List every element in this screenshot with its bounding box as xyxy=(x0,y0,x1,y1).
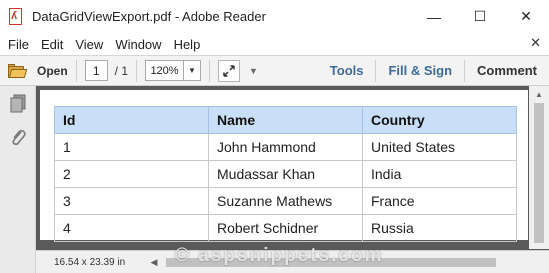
toolbar: Open 1 / 1 120% ▼ ▼ Tools Fill & Sign Co… xyxy=(0,55,549,86)
column-header-country: Country xyxy=(362,106,517,134)
minimize-button[interactable]: — xyxy=(411,0,457,33)
menu-view[interactable]: View xyxy=(69,37,109,52)
cell-name: Robert Schidner xyxy=(208,214,363,242)
cell-country: France xyxy=(362,187,517,215)
chevron-down-icon: ▼ xyxy=(188,66,196,75)
window-controls: — ☐ ✕ xyxy=(411,0,549,33)
zoom-input[interactable]: 120% xyxy=(145,60,184,81)
toolbar-panels: Tools Fill & Sign Comment xyxy=(318,56,549,85)
cell-name: Suzanne Mathews xyxy=(208,187,363,215)
navigation-pane xyxy=(0,86,36,273)
toolbar-separator xyxy=(75,59,77,82)
column-header-name: Name xyxy=(208,106,363,134)
toolbar-separator xyxy=(209,59,211,82)
page-size-readout: 16.54 x 23.39 in xyxy=(54,256,126,268)
menu-window[interactable]: Window xyxy=(109,37,167,52)
cell-country: Russia xyxy=(362,214,517,242)
table-row: 4 Robert Schidner Russia xyxy=(54,214,517,242)
cell-country: United States xyxy=(362,133,517,161)
cell-id: 3 xyxy=(54,187,209,215)
menu-edit[interactable]: Edit xyxy=(35,37,69,52)
menu-file[interactable]: File xyxy=(2,37,35,52)
table-row: 3 Suzanne Mathews France xyxy=(54,187,517,215)
page-number-input[interactable]: 1 xyxy=(84,60,108,81)
maximize-button[interactable]: ☐ xyxy=(457,0,503,33)
pdf-file-icon: ʎ xyxy=(8,7,24,26)
zoom-dropdown-button[interactable]: ▼ xyxy=(183,60,202,81)
expand-arrows-icon xyxy=(223,64,235,77)
data-table: Id Name Country 1 John Hammond United St… xyxy=(54,106,517,242)
comment-panel-button[interactable]: Comment xyxy=(465,63,549,78)
table-row: 2 Mudassar Khan India xyxy=(54,160,517,188)
fit-page-button[interactable] xyxy=(218,59,241,82)
close-button[interactable]: ✕ xyxy=(503,0,549,33)
cell-name: John Hammond xyxy=(208,133,363,161)
vertical-scroll-thumb[interactable] xyxy=(534,103,544,243)
close-document-button[interactable]: ✕ xyxy=(530,35,541,51)
fill-sign-panel-button[interactable]: Fill & Sign xyxy=(376,63,464,78)
pdf-page: Id Name Country 1 John Hammond United St… xyxy=(40,90,528,242)
horizontal-scrollbar[interactable] xyxy=(166,255,516,269)
tools-panel-button[interactable]: Tools xyxy=(318,63,376,78)
paperclip-icon[interactable] xyxy=(9,128,27,148)
cell-id: 2 xyxy=(54,160,209,188)
menu-bar: File Edit View Window Help ✕ xyxy=(0,33,549,55)
menu-help[interactable]: Help xyxy=(168,37,207,52)
toolbar-separator xyxy=(136,59,138,82)
column-header-id: Id xyxy=(54,106,209,134)
cell-country: India xyxy=(362,160,517,188)
title-bar: ʎ DataGridViewExport.pdf - Adobe Reader … xyxy=(0,0,549,33)
cell-name: Mudassar Khan xyxy=(208,160,363,188)
open-button[interactable]: Open xyxy=(8,59,68,83)
table-row: 1 John Hammond United States xyxy=(54,133,517,161)
more-tools-dropdown-icon[interactable]: ▼ xyxy=(249,66,258,76)
folder-icon xyxy=(8,63,28,78)
status-bar: 16.54 x 23.39 in ◀ xyxy=(36,250,549,273)
window-title: DataGridViewExport.pdf - Adobe Reader xyxy=(32,9,266,24)
scroll-up-icon[interactable]: ▲ xyxy=(529,86,549,102)
vertical-scrollbar[interactable]: ▲ xyxy=(529,86,549,249)
document-view[interactable]: Id Name Country 1 John Hammond United St… xyxy=(36,86,549,273)
page-count: / 1 xyxy=(114,63,129,78)
scroll-left-icon[interactable]: ◀ xyxy=(146,257,162,268)
cell-id: 1 xyxy=(54,133,209,161)
page-thumbnails-icon[interactable] xyxy=(9,94,27,114)
open-label: Open xyxy=(37,63,68,78)
table-header-row: Id Name Country xyxy=(54,106,517,134)
horizontal-scroll-thumb[interactable] xyxy=(166,258,496,267)
cell-id: 4 xyxy=(54,214,209,242)
